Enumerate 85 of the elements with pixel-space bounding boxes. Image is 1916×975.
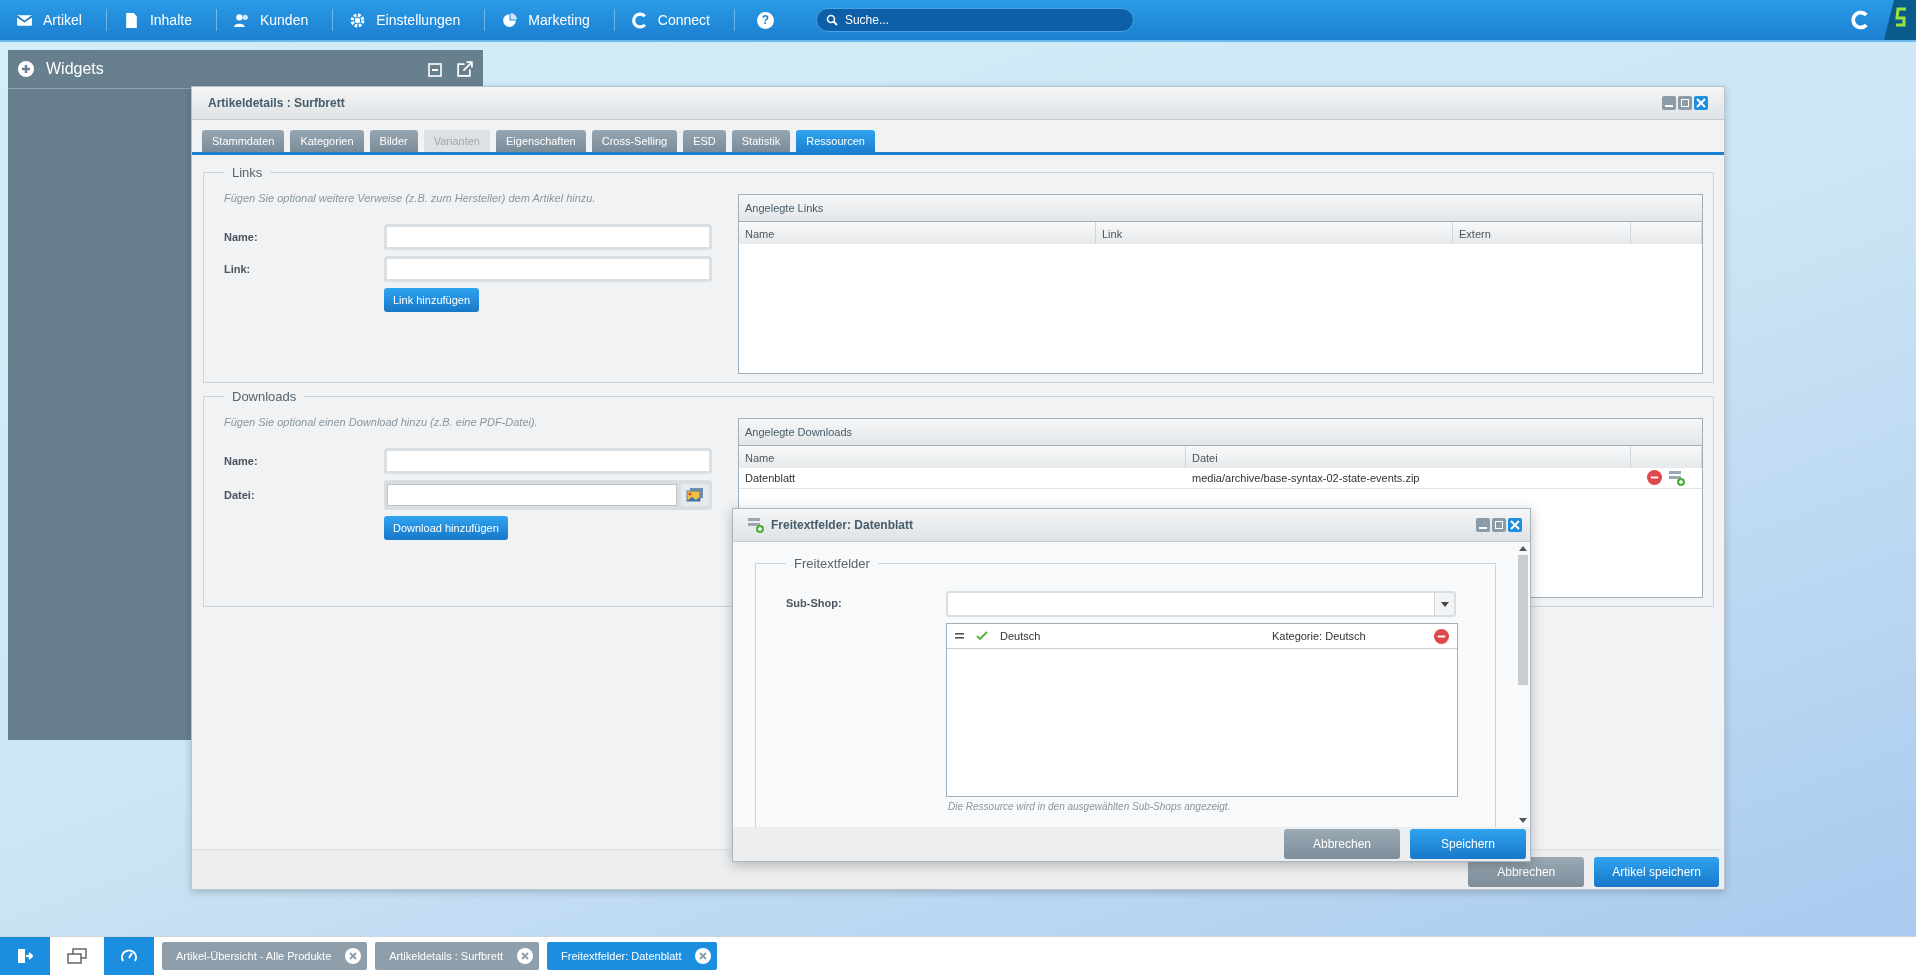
section-legend: Downloads <box>224 389 305 404</box>
column-header[interactable]: Name <box>739 446 1186 468</box>
menu-item[interactable]: Einstellungen <box>333 9 486 31</box>
save-button[interactable]: Artikel speichern <box>1594 857 1719 887</box>
column-header[interactable]: Extern <box>1453 222 1631 244</box>
tab[interactable]: ESD <box>683 130 726 152</box>
delete-icon[interactable] <box>1434 628 1449 644</box>
close-button[interactable] <box>1694 96 1708 110</box>
minimize-button[interactable] <box>1662 96 1676 110</box>
maximize-button[interactable] <box>1492 518 1506 532</box>
section-legend: Links <box>224 165 271 180</box>
save-button[interactable]: Speichern <box>1410 829 1526 859</box>
add-icon[interactable] <box>18 61 34 77</box>
field-label: Sub-Shop: <box>786 596 843 609</box>
delete-icon[interactable] <box>1647 470 1662 485</box>
search-icon <box>825 14 838 26</box>
taskbar-item[interactable]: Freitextfelder: Datenblatt <box>547 942 718 970</box>
input-field[interactable] <box>384 448 712 474</box>
dropdown-caret-icon[interactable] <box>1434 593 1454 615</box>
list-add-icon[interactable] <box>1668 470 1686 486</box>
column-header[interactable]: Link <box>1096 222 1453 244</box>
pie-chart-icon <box>501 11 519 29</box>
minimize-button[interactable] <box>1476 518 1490 532</box>
checkmark-icon[interactable] <box>976 631 988 641</box>
add-button[interactable]: Link hinzufügen <box>384 288 480 312</box>
file-field[interactable] <box>384 480 712 510</box>
maximize-button[interactable] <box>1678 96 1692 110</box>
close-icon[interactable] <box>345 948 362 964</box>
shop-name: Deutsch <box>1000 630 1042 642</box>
collapse-icon[interactable] <box>428 61 444 77</box>
menu-item[interactable]: Connect <box>614 9 735 31</box>
dialog-title: Freitextfelder: Datenblatt <box>771 518 915 532</box>
close-icon[interactable] <box>695 948 712 964</box>
taskbar-item[interactable]: Artikeldetails : Surfbrett <box>375 942 539 970</box>
help-icon[interactable]: ? <box>756 11 774 29</box>
tab[interactable]: Cross-Selling <box>591 130 678 152</box>
close-icon[interactable] <box>517 948 533 964</box>
external-link-icon[interactable] <box>456 60 473 78</box>
add-button[interactable]: Download hinzufügen <box>384 516 508 540</box>
shop-category: Kategorie: Deutsch <box>1272 630 1367 642</box>
panel-title: Widgets <box>46 60 105 78</box>
column-header[interactable]: Name <box>739 222 1096 244</box>
logout-icon[interactable] <box>0 937 50 975</box>
section-legend: Freitextfelder <box>786 556 878 571</box>
cancel-button[interactable]: Abbrechen <box>1284 829 1400 859</box>
table-cell-text: media/archive/base-syntax-02-state-events.zip <box>1191 472 1421 484</box>
menu-item[interactable]: Artikel <box>0 9 107 31</box>
table-cell-text: Datenblatt <box>744 472 797 484</box>
dashboard-icon[interactable] <box>104 937 154 975</box>
field-label: Link: <box>224 263 252 275</box>
scroll-down-icon[interactable] <box>1519 818 1527 823</box>
window-title: Artikeldetails : Surfbrett <box>208 96 346 110</box>
tab[interactable]: Bilder <box>369 130 418 152</box>
input-field[interactable] <box>384 224 712 250</box>
drag-handle-icon[interactable] <box>955 633 964 639</box>
scroll-up-icon[interactable] <box>1519 546 1527 551</box>
tab[interactable]: Ressourcen <box>796 130 875 152</box>
connect-logo-icon <box>630 11 648 29</box>
menu-item[interactable]: Inhalte <box>106 9 217 31</box>
field-label: Name: <box>224 231 259 243</box>
hint-text: Die Ressource wird in den ausgewählten Sub-Shops angezeigt. <box>948 801 1232 812</box>
hint-text: Fügen Sie optional einen Download hinzu (z.B. eine PDF-Datei). <box>224 416 539 428</box>
search-field[interactable]: Suche... <box>815 8 1134 32</box>
tab[interactable]: Stammdaten <box>202 130 285 152</box>
tab[interactable]: Statistik <box>731 130 791 152</box>
list-add-icon <box>747 517 765 533</box>
logo-icon <box>1850 10 1870 30</box>
dropdown-field[interactable] <box>946 591 1456 617</box>
image-icon[interactable] <box>681 484 709 506</box>
input-field[interactable] <box>384 256 712 282</box>
menu-item[interactable]: Marketing <box>485 9 615 31</box>
field-label: Name: <box>224 455 259 467</box>
field-label: Datei: <box>224 489 256 501</box>
menu-item[interactable]: Kunden <box>216 9 334 31</box>
hint-text: Fügen Sie optional weitere Verweise (z.B. zum Hersteller) dem Artikel hinzu. <box>224 192 597 204</box>
grid-title: Angelegte Downloads <box>739 419 1702 446</box>
grid-title: Angelegte Links <box>739 195 1702 222</box>
tab[interactable]: Eigenschaften <box>496 130 586 152</box>
taskbar-item[interactable]: Artikel-Übersicht - Alle Produkte <box>162 942 368 970</box>
people-icon <box>232 11 250 29</box>
close-button[interactable] <box>1508 518 1522 532</box>
gear-icon <box>349 11 367 29</box>
tab[interactable]: Kategorien <box>290 130 364 152</box>
column-header[interactable]: Datei <box>1186 446 1631 468</box>
app-logo-icon <box>1884 0 1916 40</box>
